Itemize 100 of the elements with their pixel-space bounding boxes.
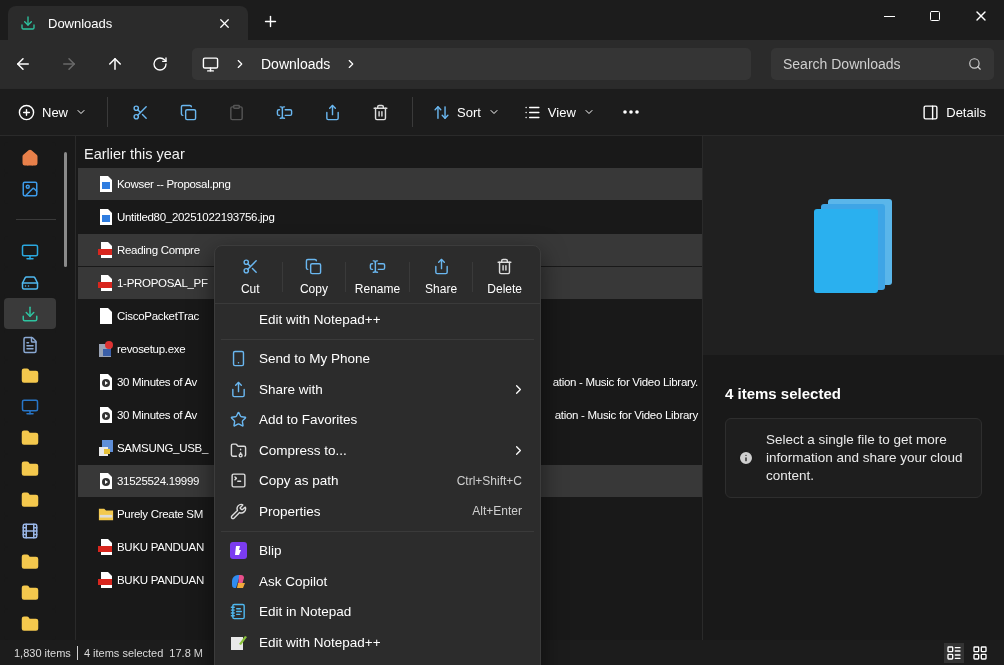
plus-circle-icon — [18, 103, 35, 121]
up-icon — [106, 55, 124, 73]
menu-label: Properties — [259, 503, 322, 519]
download-icon — [20, 15, 36, 31]
folder-icon[interactable] — [21, 584, 39, 603]
menu-item[interactable]: Blip — [219, 535, 536, 566]
rename-button[interactable]: Rename — [346, 250, 409, 303]
file-name: Purely Create SM — [117, 508, 203, 520]
file-name: ation - Music for Video Library — [554, 409, 699, 421]
file-icon — [99, 307, 113, 325]
notepad-icon — [229, 603, 247, 621]
file-name: 30 Minutes of Av — [117, 376, 197, 388]
paste-icon — [227, 103, 245, 121]
copy-button[interactable]: Copy — [282, 250, 346, 303]
desktop-icon[interactable] — [21, 242, 39, 261]
menu-label: Blip — [259, 543, 283, 559]
copy-icon — [305, 257, 323, 275]
menu-label: Send to My Phone — [259, 351, 372, 367]
home-icon[interactable] — [21, 148, 39, 167]
address-bar[interactable]: Downloads — [192, 48, 751, 80]
path-icon — [229, 472, 247, 490]
file-name: ation - Music for Video Library. — [552, 376, 699, 388]
monitor-icon[interactable] — [21, 397, 39, 416]
gallery-icon[interactable] — [21, 179, 39, 198]
scrollbar[interactable] — [64, 152, 67, 267]
breadcrumb[interactable]: Downloads — [261, 56, 331, 72]
document-icon[interactable] — [21, 335, 39, 354]
file-name: BUKU PANDUAN — [117, 574, 204, 586]
folder-icon[interactable] — [21, 553, 39, 572]
menu-label: Ask Copilot — [259, 573, 329, 589]
search-icon — [968, 57, 982, 71]
menu-label: Edit with Notepad++ — [259, 634, 382, 650]
menu-item[interactable]: Ask Copilot — [219, 566, 536, 597]
file-row[interactable]: Kowser -- Proposal.png — [78, 168, 702, 201]
menu-item[interactable]: Share with — [219, 374, 536, 405]
folder-icon[interactable] — [21, 615, 39, 634]
folder-icon[interactable] — [21, 366, 39, 385]
downloads-tab[interactable]: Downloads — [8, 6, 248, 40]
file-name: Kowser -- Proposal.png — [117, 178, 231, 190]
delete-icon — [496, 257, 514, 275]
grid-view-icon — [972, 644, 988, 661]
drive-icon[interactable] — [21, 273, 39, 292]
file-name: 30 Minutes of Av — [117, 409, 197, 421]
notepad-plus-icon — [229, 633, 247, 651]
delete-button[interactable]: Delete — [473, 250, 536, 303]
menu-label: Share with — [259, 381, 324, 397]
selection-count: 4 items selected — [83, 646, 164, 659]
sidebar-item[interactable] — [4, 298, 56, 330]
folder-icon[interactable] — [21, 491, 39, 510]
details-button[interactable]: Details — [914, 97, 994, 127]
list-view-icon — [946, 644, 962, 661]
file-name: CiscoPacketTrac — [117, 310, 199, 322]
info-text: Select a single file to get more information and share your cloud content. — [766, 431, 964, 485]
pdf-file-icon — [98, 571, 114, 589]
share-button[interactable]: Share — [409, 250, 473, 303]
menu-item[interactable]: Send to My Phone — [219, 343, 536, 374]
pdf-file-icon — [98, 538, 114, 556]
view-button[interactable]: View — [515, 97, 603, 127]
setup-icon — [98, 340, 114, 358]
menu-item[interactable]: Edit with Notepad++ — [219, 627, 536, 658]
copilot-logo-icon — [229, 572, 247, 590]
menu-label: Add to Favorites — [259, 412, 359, 428]
file-name: 1-PROPOSAL_PF — [117, 277, 208, 289]
menu-item[interactable]: Properties Alt+Enter — [219, 496, 536, 527]
shortcut-text: Ctrl+Shift+C — [456, 473, 523, 488]
new-button[interactable]: New — [10, 97, 95, 127]
file-name: Reading Compre — [117, 244, 200, 256]
media-file-icon — [99, 406, 113, 424]
sort-button[interactable]: Sort — [425, 97, 508, 127]
details-view-button[interactable] — [944, 642, 964, 663]
share-icon — [229, 380, 247, 398]
folder-icon[interactable] — [21, 460, 39, 479]
menu-item[interactable]: Add to Favorites — [219, 404, 536, 435]
share-icon — [323, 103, 341, 121]
panel-icon — [922, 103, 940, 121]
zip-folder-icon — [98, 506, 114, 522]
menu-item[interactable]: Edit with Notepad++ — [219, 304, 536, 335]
folder-icon[interactable] — [21, 429, 39, 447]
menu-item[interactable]: Copy as path Ctrl+Shift+C — [219, 465, 536, 496]
media-file-icon — [99, 472, 113, 490]
info-icon — [738, 450, 754, 466]
shortcut-text: Alt+Enter — [472, 504, 523, 519]
menu-item[interactable]: Compress to... — [219, 435, 536, 466]
forward-icon — [60, 55, 78, 73]
cut-icon — [131, 103, 149, 121]
menu-item[interactable]: Edit in Notepad — [219, 596, 536, 627]
refresh-icon — [152, 56, 168, 72]
menu-label: Compress to... — [259, 442, 348, 458]
group-header[interactable]: Earlier this year — [78, 142, 702, 168]
delete-icon — [371, 103, 389, 121]
selection-size: 17.8 M — [169, 646, 203, 659]
share-icon — [432, 257, 450, 275]
file-name: 31525524.19999 — [117, 475, 200, 487]
more-icon — [622, 110, 639, 114]
cut-button[interactable]: Cut — [219, 250, 282, 303]
menu-label: Copy as path — [259, 473, 340, 489]
film-icon[interactable] — [21, 522, 39, 541]
download-icon[interactable] — [21, 304, 39, 323]
minimize-icon — [883, 15, 895, 17]
search-field[interactable]: Search Downloads — [771, 48, 994, 80]
